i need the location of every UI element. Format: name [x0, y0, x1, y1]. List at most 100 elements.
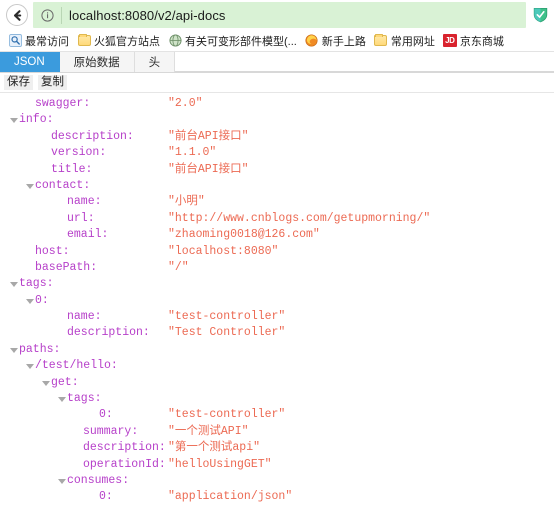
json-colon: : [85, 162, 93, 176]
bookmark-most-visited[interactable]: 最常访问 [5, 32, 72, 50]
jd-icon: JD [442, 34, 457, 48]
json-colon: : [126, 129, 134, 143]
json-tree-panel[interactable]: swagger: "2.0" info: description: "前台API接口" v… [0, 93, 554, 508]
bookmark-jd[interactable]: JD 京东商城 [440, 32, 507, 50]
json-row[interactable]: contact: [0, 178, 554, 194]
json-row[interactable]: consumes: [0, 473, 554, 489]
tab-bar-filler [175, 52, 554, 72]
json-key: info [19, 113, 47, 127]
json-row[interactable]: title: "前台API接口" [0, 162, 554, 178]
save-button[interactable]: 保存 [4, 75, 33, 90]
back-button[interactable] [6, 4, 28, 26]
json-key: consumes [67, 473, 123, 487]
json-row[interactable]: tags: [0, 276, 554, 292]
json-value: "application/json" [168, 490, 293, 504]
json-colon: : [87, 211, 95, 225]
tab-raw-data[interactable]: 原始数据 [59, 52, 135, 72]
json-action-toolbar: 保存 复制 [0, 73, 554, 93]
green-shield-icon[interactable] [530, 5, 550, 25]
json-row[interactable]: paths: [0, 342, 554, 358]
json-colon: : [94, 310, 102, 324]
json-key: tags [19, 277, 47, 291]
json-colon: : [62, 244, 70, 258]
json-colon: : [105, 408, 113, 422]
url-bar-separator [61, 6, 62, 24]
json-row[interactable]: summary: "一个测试API" [0, 424, 554, 440]
json-colon: : [83, 178, 91, 192]
bookmarks-bar: 最常访问 火狐官方站点 有关可变形部件模型(... 新手上路 常用网址 JD 京… [0, 30, 554, 52]
json-colon: : [105, 490, 113, 504]
json-value: "/" [168, 260, 189, 274]
json-row[interactable]: get: [0, 375, 554, 391]
json-row[interactable]: swagger: "2.0" [0, 96, 554, 112]
json-value: "2.0" [168, 97, 203, 110]
json-row[interactable]: email: "zhaoming0018@126.com" [0, 227, 554, 243]
json-row[interactable]: description: "Test Controller" [0, 325, 554, 341]
json-key: url [67, 211, 88, 225]
json-colon: : [101, 228, 109, 242]
json-key: tags [67, 392, 95, 406]
json-key: 0 [99, 490, 106, 504]
bookmark-deformable-part-model[interactable]: 有关可变形部件模型(... [165, 32, 300, 50]
json-key: name [67, 310, 95, 324]
bookmark-label: 火狐官方站点 [94, 35, 160, 48]
json-row[interactable]: info: [0, 112, 554, 128]
json-row[interactable]: 0: "application/json" [0, 489, 554, 505]
json-colon: : [94, 195, 102, 209]
bookmark-label: 最常访问 [25, 35, 69, 48]
json-key: basePath [35, 260, 91, 274]
address-bar[interactable]: localhost:8080/v2/api-docs [33, 2, 526, 28]
tab-json[interactable]: JSON [0, 52, 60, 72]
info-circle-icon[interactable] [39, 7, 55, 23]
bookmark-firefox-official[interactable]: 火狐官方站点 [74, 32, 163, 50]
json-colon: : [99, 146, 107, 160]
tab-headers[interactable]: 头 [134, 52, 176, 72]
json-row[interactable]: host: "localhost:8080" [0, 244, 554, 260]
folder-icon [374, 34, 388, 48]
json-key: version [51, 146, 100, 160]
json-key: get [51, 375, 72, 389]
json-colon: : [53, 342, 61, 356]
json-colon: : [71, 375, 79, 389]
json-key: title [51, 162, 86, 176]
folder-icon [77, 34, 91, 48]
json-key: contact [35, 178, 84, 192]
json-row[interactable]: 0: [0, 293, 554, 309]
bookmark-common-sites[interactable]: 常用网址 [371, 32, 438, 50]
copy-button[interactable]: 复制 [38, 75, 67, 90]
json-row[interactable]: operationId: "helloUsingGET" [0, 457, 554, 473]
bookmark-label: 新手上路 [321, 35, 366, 48]
json-colon: : [158, 441, 166, 455]
json-row[interactable]: description: "第一个测试api" [0, 440, 554, 456]
json-row[interactable]: name: "test-controller" [0, 309, 554, 325]
json-row[interactable]: url: "http://www.cnblogs.com/getupmorning… [0, 211, 554, 227]
json-value: "test-controller" [168, 408, 286, 422]
json-row[interactable]: /test/hello: [0, 358, 554, 374]
json-row[interactable]: 0: "test-controller" [0, 407, 554, 423]
json-viewer-tabs: JSON 原始数据 头 [0, 52, 554, 73]
json-key: 0 [99, 408, 106, 422]
json-value: "test-controller" [168, 310, 286, 324]
json-value: "zhaoming0018@126.com" [168, 228, 320, 242]
json-value: "前台API接口" [168, 129, 249, 143]
bookmark-label: 有关可变形部件模型(... [185, 35, 297, 48]
browser-chrome: localhost:8080/v2/api-docs 最常访问 火狐官方站点 有… [0, 0, 554, 52]
json-key: name [67, 195, 95, 209]
bookmark-label: 常用网址 [390, 35, 435, 48]
json-key: email [67, 228, 102, 242]
json-row[interactable]: name: "小明" [0, 194, 554, 210]
bookmark-getting-started[interactable]: 新手上路 [302, 32, 369, 50]
json-key: description [83, 441, 159, 455]
globe-icon [168, 34, 182, 48]
url-text: localhost:8080/v2/api-docs [69, 7, 226, 23]
json-row[interactable]: tags: [0, 391, 554, 407]
json-key: operationId [83, 457, 159, 471]
json-row[interactable]: basePath: "/" [0, 260, 554, 276]
json-key: description [67, 326, 143, 340]
json-row[interactable]: version: "1.1.0" [0, 145, 554, 161]
json-colon: : [158, 457, 166, 471]
json-row[interactable]: description: "前台API接口" [0, 129, 554, 145]
json-colon: : [83, 97, 91, 110]
json-colon: : [46, 113, 54, 127]
json-value: "前台API接口" [168, 162, 249, 176]
